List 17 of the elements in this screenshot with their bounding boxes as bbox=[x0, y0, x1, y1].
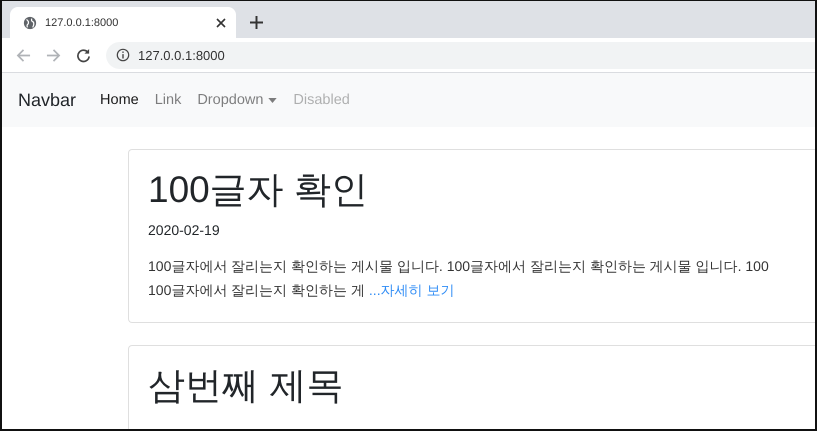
new-tab-icon[interactable] bbox=[250, 16, 263, 29]
browser-tab[interactable]: 127.0.0.1:8000 bbox=[10, 7, 236, 38]
close-icon[interactable] bbox=[216, 18, 226, 28]
reload-icon[interactable] bbox=[76, 48, 91, 62]
tab-title: 127.0.0.1:8000 bbox=[45, 16, 120, 28]
post-date: 2020-02-19 bbox=[148, 222, 221, 238]
address-bar[interactable]: 127.0.0.1:8000 bbox=[106, 42, 815, 68]
post-title: 삼번째 제목 bbox=[148, 364, 344, 408]
caret-icon bbox=[268, 98, 278, 102]
globe-icon bbox=[23, 16, 37, 30]
nav-dropdown[interactable]: Dropdown bbox=[197, 92, 278, 108]
post-title: 100글자 확인 bbox=[148, 168, 370, 212]
post-excerpt: 100글자에서 잘리는지 확인하는 게시물 입니다. 100글자에서 잘리는지 확인하는 게시물 입니다. 100 100글자에서 잘리는지 확인하는 게 ...자세히 보기 bbox=[148, 257, 770, 300]
navbar-brand[interactable]: Navbar bbox=[18, 90, 76, 110]
nav-link[interactable]: Home bbox=[100, 92, 139, 108]
nav-link[interactable]: Link bbox=[154, 92, 182, 108]
info-icon bbox=[116, 48, 130, 62]
